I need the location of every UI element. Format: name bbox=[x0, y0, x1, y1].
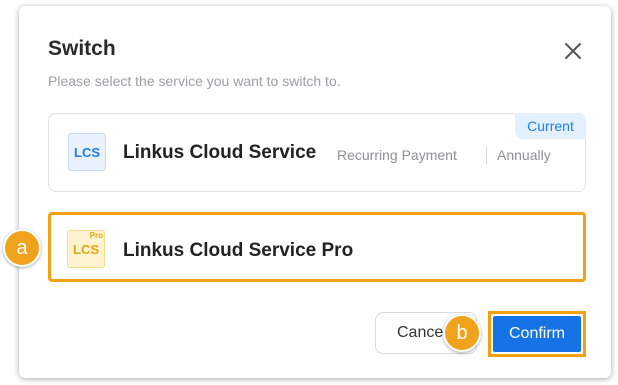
service-name: Linkus Cloud Service bbox=[123, 142, 317, 163]
service-option-linkus-cloud-service[interactable]: LCS Linkus Cloud Service Recurring Payme… bbox=[48, 113, 586, 192]
lcs-pro-logo-icon: LCS Pro bbox=[67, 230, 105, 268]
callout-a: a bbox=[3, 229, 41, 267]
confirm-button[interactable]: Confirm bbox=[493, 316, 581, 352]
current-badge: Current bbox=[515, 113, 586, 139]
service-name: Linkus Cloud Service Pro bbox=[123, 240, 354, 261]
close-icon[interactable] bbox=[561, 39, 585, 63]
billing-type: Recurring Payment bbox=[337, 147, 457, 163]
switch-dialog: Switch Please select the service you wan… bbox=[19, 6, 611, 378]
logo-text: LCS bbox=[74, 144, 100, 160]
dialog-subtitle: Please select the service you want to sw… bbox=[48, 73, 341, 89]
dialog-title: Switch bbox=[48, 37, 116, 60]
billing-cycle: Annually bbox=[497, 147, 551, 163]
pro-tag: Pro bbox=[89, 231, 103, 240]
service-option-linkus-cloud-service-pro[interactable]: LCS Pro Linkus Cloud Service Pro bbox=[48, 212, 586, 282]
divider bbox=[486, 147, 487, 164]
callout-b: b bbox=[443, 314, 481, 352]
lcs-logo-icon: LCS bbox=[68, 133, 106, 171]
logo-text: LCS bbox=[73, 241, 99, 257]
confirm-button-highlight: Confirm bbox=[488, 311, 586, 357]
